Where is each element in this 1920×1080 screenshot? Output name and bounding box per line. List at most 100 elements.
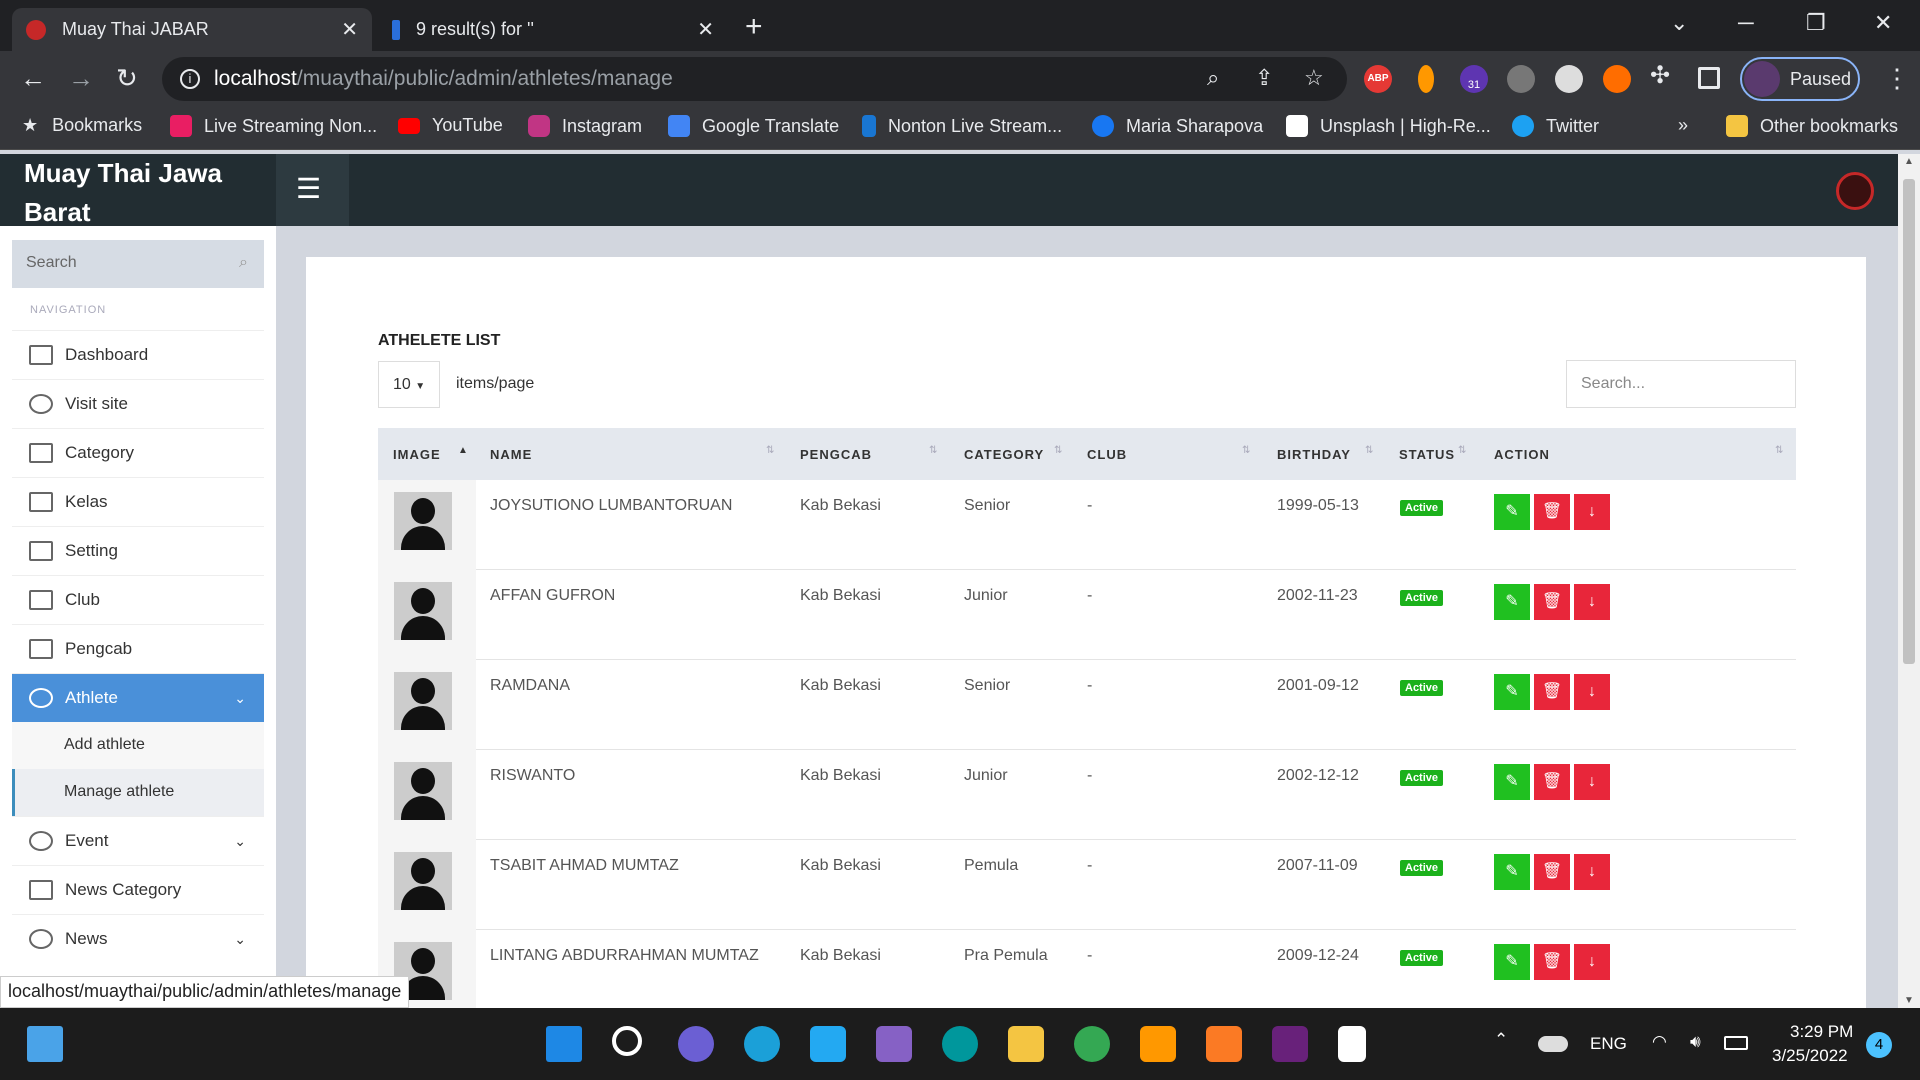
onedrive-icon[interactable]	[1538, 1036, 1568, 1052]
delete-button[interactable]: 🗑︎	[1534, 854, 1570, 890]
vscode-icon[interactable]	[810, 1026, 846, 1062]
edge-icon[interactable]	[744, 1026, 780, 1062]
sidebar-item-dashboard[interactable]: Dashboard	[12, 330, 264, 379]
sort-icon[interactable]: ⇅	[1775, 445, 1783, 456]
calendar-extension-icon[interactable]: 31	[1460, 65, 1488, 93]
column-header-pengcab[interactable]: PENGCAB	[800, 447, 872, 462]
battery-icon[interactable]	[1724, 1036, 1748, 1050]
teams-chat-icon[interactable]	[678, 1026, 714, 1062]
sort-asc-icon[interactable]: ▲	[458, 445, 468, 456]
profile-button[interactable]: Paused	[1740, 57, 1860, 101]
sidebar-item-news[interactable]: News ⌄	[12, 914, 264, 963]
address-bar[interactable]: i localhost/muaythai/public/admin/athlet…	[162, 57, 1347, 101]
column-header-status[interactable]: STATUS	[1399, 447, 1455, 462]
download-button[interactable]: ↓	[1574, 764, 1610, 800]
user-avatar[interactable]	[1836, 172, 1874, 210]
sort-icon[interactable]: ⇅	[1242, 445, 1250, 456]
column-header-name[interactable]: NAME	[490, 447, 532, 462]
other-bookmarks-folder[interactable]: Other bookmarks	[1726, 115, 1898, 137]
side-panel-icon[interactable]	[1698, 67, 1720, 89]
reload-icon[interactable]: ↻	[116, 63, 138, 94]
restore-icon[interactable]: ❐	[1806, 10, 1826, 36]
column-header-club[interactable]: CLUB	[1087, 447, 1127, 462]
visual-studio-icon[interactable]	[876, 1026, 912, 1062]
edit-button[interactable]: ✎	[1494, 584, 1530, 620]
sidebar-item-pengcab[interactable]: Pengcab	[12, 624, 264, 673]
scroll-up-icon[interactable]: ▲	[1904, 156, 1914, 167]
delete-button[interactable]: 🗑︎	[1534, 584, 1570, 620]
search-icon[interactable]: ⌕	[239, 254, 248, 272]
sidebar-item-category[interactable]: Category	[12, 428, 264, 477]
edit-button[interactable]: ✎	[1494, 674, 1530, 710]
bookmark-star-icon[interactable]: ☆	[1304, 65, 1324, 91]
sidebar-item-news-category[interactable]: News Category	[12, 865, 264, 914]
delete-button[interactable]: 🗑︎	[1534, 494, 1570, 530]
clock-date[interactable]: 3/25/2022	[1772, 1046, 1848, 1066]
edit-button[interactable]: ✎	[1494, 764, 1530, 800]
sidebar-subitem-add-athlete[interactable]: Add athlete	[12, 722, 264, 769]
delete-button[interactable]: 🗑︎	[1534, 674, 1570, 710]
sidebar-item-athlete[interactable]: Athlete ⌄	[12, 673, 264, 722]
browser-tab-search-results[interactable]: 9 result(s) for '' ✕	[378, 8, 728, 51]
adblock-extension-icon[interactable]: ABP	[1364, 65, 1392, 93]
edit-button[interactable]: ✎	[1494, 854, 1530, 890]
items-per-page-select[interactable]: 10 ▼	[378, 361, 440, 408]
bookmark-youtube[interactable]: YouTube	[398, 115, 503, 136]
edit-button[interactable]: ✎	[1494, 494, 1530, 530]
bookmark-google-translate[interactable]: Google Translate	[668, 115, 839, 137]
visual-studio-icon[interactable]	[1272, 1026, 1308, 1062]
sidebar-item-kelas[interactable]: Kelas	[12, 477, 264, 526]
back-icon[interactable]: ←	[20, 63, 46, 94]
new-tab-icon[interactable]: +	[745, 10, 763, 44]
share-icon[interactable]: ⇪	[1255, 65, 1273, 91]
language-indicator[interactable]: ENG	[1590, 1034, 1627, 1054]
notepad-icon[interactable]	[1338, 1026, 1366, 1062]
close-window-icon[interactable]: ✕	[1874, 10, 1892, 36]
sidebar-item-setting[interactable]: Setting	[12, 526, 264, 575]
bookmark-unsplash[interactable]: Unsplash | High-Re...	[1286, 115, 1491, 137]
linux-extension-icon[interactable]	[1555, 65, 1583, 93]
arduino-icon[interactable]	[942, 1026, 978, 1062]
scrollbar-thumb[interactable]	[1903, 179, 1915, 664]
bookmark-instagram[interactable]: Instagram	[528, 115, 642, 137]
clock-time[interactable]: 3:29 PM	[1790, 1022, 1853, 1042]
wifi-icon[interactable]: ◠	[1652, 1032, 1667, 1052]
zoom-icon[interactable]: ⌕	[1207, 65, 1219, 91]
volume-icon[interactable]: 🔊︎	[1690, 1032, 1701, 1052]
close-tab-icon[interactable]: ✕	[697, 17, 714, 42]
hamburger-menu-icon[interactable]: ☰	[296, 172, 364, 208]
sidebar-subitem-manage-athlete[interactable]: Manage athlete	[12, 769, 264, 816]
scroll-down-icon[interactable]: ▼	[1904, 995, 1914, 1006]
delete-button[interactable]: 🗑︎	[1534, 764, 1570, 800]
browser-tab-muaythai[interactable]: Muay Thai JABAR ✕	[12, 8, 372, 51]
bookmark-nonton-live[interactable]: Nonton Live Stream...	[862, 115, 1062, 137]
download-button[interactable]: ↓	[1574, 674, 1610, 710]
page-scrollbar[interactable]: ▲ ▼	[1898, 154, 1920, 1008]
chrome-icon[interactable]	[1074, 1026, 1110, 1062]
xampp-icon[interactable]	[1206, 1026, 1242, 1062]
sort-icon[interactable]: ⇅	[929, 445, 937, 456]
windows-start-icon[interactable]	[546, 1026, 582, 1062]
column-header-category[interactable]: CATEGORY	[964, 447, 1044, 462]
download-button[interactable]: ↓	[1574, 494, 1610, 530]
bookmark-twitter[interactable]: Twitter	[1512, 115, 1599, 137]
sort-icon[interactable]: ⇅	[1365, 445, 1373, 456]
athlete-photo[interactable]	[394, 582, 452, 640]
tab-search-icon[interactable]: ⌄	[1670, 10, 1688, 36]
sidebar-item-event[interactable]: Event ⌄	[12, 816, 264, 865]
athlete-photo[interactable]	[394, 672, 452, 730]
site-info-icon[interactable]: i	[180, 69, 200, 89]
athlete-photo[interactable]	[394, 762, 452, 820]
sidebar-item-club[interactable]: Club	[12, 575, 264, 624]
sublime-text-icon[interactable]	[1140, 1026, 1176, 1062]
search-icon[interactable]	[612, 1026, 642, 1056]
sidebar-item-visit-site[interactable]: Visit site	[12, 379, 264, 428]
download-button[interactable]: ↓	[1574, 854, 1610, 890]
athlete-photo[interactable]	[394, 492, 452, 550]
sort-icon[interactable]: ⇅	[766, 445, 774, 456]
extension-icon[interactable]	[1418, 65, 1434, 93]
sort-icon[interactable]: ⇅	[1458, 445, 1466, 456]
sort-icon[interactable]: ⇅	[1054, 445, 1062, 456]
forward-icon[interactable]: →	[68, 63, 94, 94]
tray-chevron-icon[interactable]: ⌃	[1494, 1030, 1508, 1050]
